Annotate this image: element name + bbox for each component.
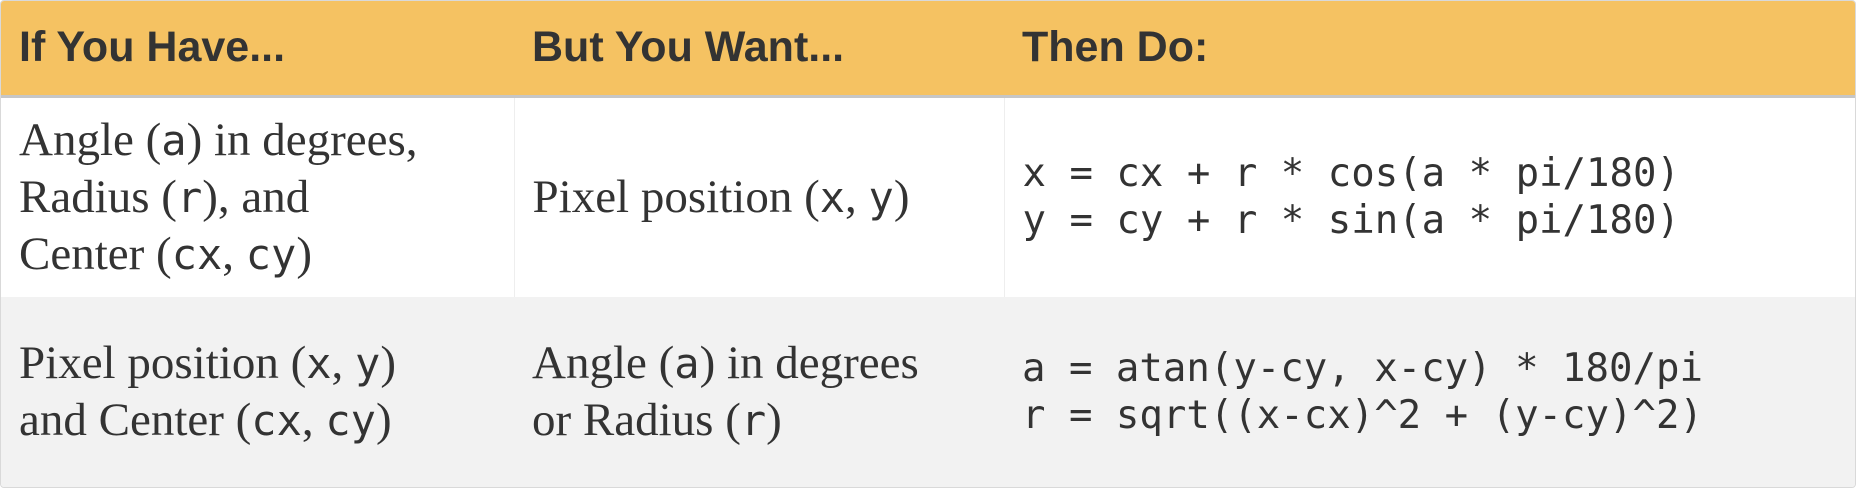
conversion-table: If You Have... But You Want... Then Do: … — [1, 1, 1855, 487]
conversion-table-container: If You Have... But You Want... Then Do: … — [0, 0, 1856, 488]
cell-want: Pixel position (x, y) — [514, 96, 1005, 297]
text-segment: , — [301, 394, 326, 446]
text-segment: ), and — [202, 170, 310, 223]
table-header-row: If You Have... But You Want... Then Do: — [1, 1, 1855, 98]
code-line: r = sqrt((x-cx)^2 + (y-cy)^2) — [1022, 393, 1703, 438]
rich-line: Angle (a) in degrees — [532, 335, 1004, 392]
text-segment: ) — [893, 170, 910, 223]
rich-line: Pixel position (x, y) — [19, 335, 514, 392]
code-line: x = cx + r * cos(a * pi/180) — [1022, 151, 1680, 197]
text-segment: or Radius ( — [532, 394, 741, 446]
variable-name: r — [740, 396, 767, 445]
text-segment: ) — [766, 394, 782, 446]
text-segment: Pixel position ( — [19, 337, 307, 389]
header-if-you-have: If You Have... — [1, 1, 514, 98]
cell-have: Angle (a) in degrees, Radius (r), and Ce… — [1, 96, 515, 297]
cell-code: x = cx + r * cos(a * pi/180) y = cy + r … — [1004, 96, 1855, 297]
table-row: Angle (a) in degrees, Radius (r), and Ce… — [1, 96, 1855, 297]
variable-name: x — [306, 339, 332, 388]
text-segment: , — [845, 170, 869, 223]
cell-have: Pixel position (x, y) and Center (cx, cy… — [1, 297, 514, 487]
header-but-you-want: But You Want... — [514, 1, 1004, 98]
rich-line: and Center (cx, cy) — [19, 392, 514, 449]
rich-line: Pixel position (x, y) — [533, 169, 1004, 226]
text-segment: Radius ( — [19, 170, 177, 223]
table-row: Pixel position (x, y) and Center (cx, cy… — [1, 297, 1855, 487]
code-line: y = cy + r * sin(a * pi/180) — [1022, 198, 1680, 244]
text-segment: ) in degrees — [699, 337, 919, 389]
variable-name: cy — [245, 229, 297, 279]
text-segment: Angle ( — [19, 113, 162, 166]
text-segment: Angle ( — [532, 337, 675, 389]
header-then-do: Then Do: — [1004, 1, 1855, 98]
variable-name: a — [674, 339, 700, 388]
variable-name: cx — [251, 396, 302, 445]
variable-name: cx — [171, 229, 223, 279]
rich-line: Center (cx, cy) — [19, 226, 514, 283]
variable-name: y — [355, 339, 381, 388]
text-segment: ) — [380, 337, 396, 389]
text-segment: Pixel position ( — [532, 170, 820, 223]
rich-line: Angle (a) in degrees, — [19, 112, 514, 169]
variable-name: a — [161, 115, 187, 165]
variable-name: x — [819, 172, 846, 222]
text-segment: ) in degrees, — [186, 113, 418, 166]
variable-name: cy — [325, 396, 376, 445]
rich-line: or Radius (r) — [532, 392, 1004, 449]
text-segment: Center ( — [19, 227, 172, 280]
text-segment: ) — [375, 394, 392, 446]
cell-want: Angle (a) in degrees or Radius (r) — [514, 297, 1004, 487]
text-segment: ) — [296, 227, 312, 280]
variable-name: y — [868, 172, 894, 222]
text-segment: and Center ( — [19, 394, 252, 446]
rich-line: Radius (r), and — [19, 169, 514, 226]
text-segment: , — [222, 227, 246, 280]
cell-code: a = atan(y-cy, x-cy) * 180/pi r = sqrt((… — [1004, 297, 1855, 487]
text-segment: , — [331, 337, 356, 389]
code-line: a = atan(y-cy, x-cy) * 180/pi — [1022, 346, 1703, 391]
variable-name: r — [176, 172, 203, 222]
